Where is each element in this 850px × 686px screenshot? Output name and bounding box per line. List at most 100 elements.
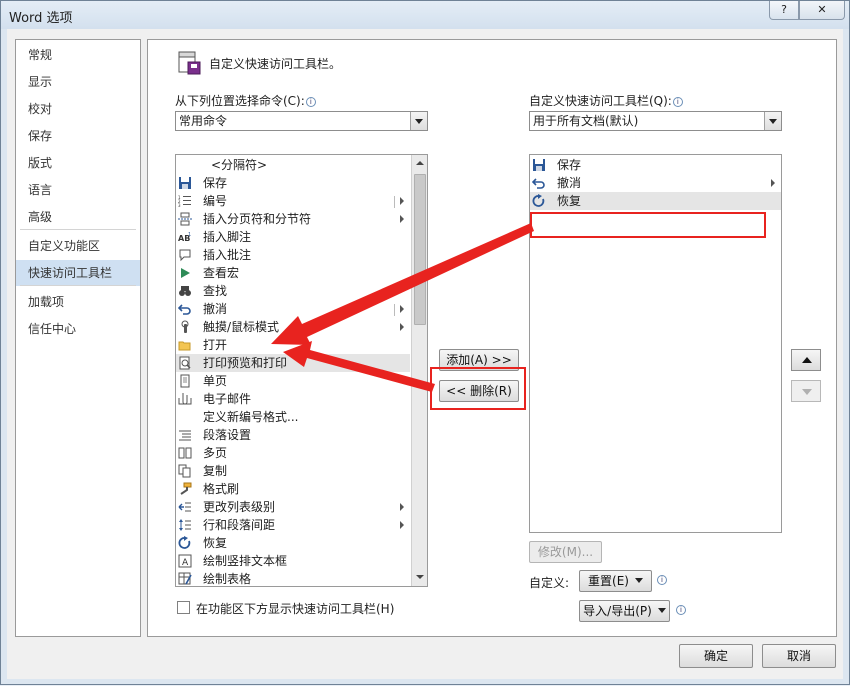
email-icon	[178, 393, 192, 405]
chevron-down-icon[interactable]	[764, 112, 781, 130]
choose-from-label: 从下列位置选择命令(C): i	[175, 92, 316, 109]
quick-access-panel: 自定义快速访问工具栏。 从下列位置选择命令(C): i 常用命令 自定义快速访问工…	[147, 39, 837, 637]
nav-item-9[interactable]: 加载项	[16, 289, 140, 315]
ok-button[interactable]: 确定	[679, 644, 753, 668]
nav-item-2[interactable]: 校对	[16, 96, 140, 122]
list-item[interactable]: 保存	[530, 156, 781, 174]
list-item[interactable]: 行和段落间距	[176, 516, 410, 534]
list-item[interactable]: 撤消	[176, 300, 410, 318]
list-item[interactable]: 绘制表格	[176, 570, 410, 586]
help-button[interactable]: ?	[769, 1, 799, 20]
move-up-button[interactable]	[791, 349, 821, 371]
list-item[interactable]: 查看宏	[176, 264, 410, 282]
nav-item-7[interactable]: 自定义功能区	[16, 233, 140, 259]
nav-item-6[interactable]: 高级	[16, 204, 140, 230]
reset-button[interactable]: 重置(E)	[579, 570, 652, 592]
list-item[interactable]: 查找	[176, 282, 410, 300]
customize-caption: 自定义:	[529, 576, 570, 590]
list-item[interactable]: 撤消	[530, 174, 781, 192]
info-icon: i	[305, 97, 316, 107]
list-item[interactable]: 更改列表级别	[176, 498, 410, 516]
list-item-label: <分隔符>	[211, 158, 268, 172]
list-level-icon	[178, 502, 191, 512]
nav-separator	[20, 285, 136, 286]
nav-item-5[interactable]: 语言	[16, 177, 140, 203]
nav-item-10[interactable]: 信任中心	[16, 316, 140, 342]
show-below-ribbon-checkbox[interactable]	[177, 601, 190, 614]
list-item[interactable]: A 绘制竖排文本框	[176, 552, 410, 570]
svg-text:1: 1	[188, 232, 191, 238]
list-item-label: 绘制竖排文本框	[203, 554, 288, 568]
list-item-label: 电子邮件	[203, 392, 252, 406]
move-down-button[interactable]	[791, 380, 821, 402]
list-item-label: 复制	[203, 464, 228, 478]
list-item[interactable]: 插入分页符和分节符	[176, 210, 410, 228]
modify-button[interactable]: 修改(M)...	[529, 541, 602, 563]
customize-for-select[interactable]: 用于所有文档(默认)	[529, 111, 782, 131]
nav-item-4[interactable]: 版式	[16, 150, 140, 176]
redo-icon	[178, 536, 191, 549]
save-icon	[533, 159, 545, 171]
chevron-down-icon[interactable]	[410, 112, 427, 130]
nav-separator	[20, 229, 136, 230]
list-item[interactable]: 格式刷	[176, 480, 410, 498]
scroll-down-button[interactable]	[412, 569, 427, 586]
list-item-label: 查找	[203, 284, 228, 298]
list-item[interactable]: 打开	[176, 336, 410, 354]
toolbar-listbox[interactable]: 恢复 撤消 保存	[529, 154, 782, 533]
annotation-target-box	[530, 212, 766, 238]
page-break-icon	[178, 212, 192, 226]
save-icon	[179, 177, 191, 189]
list-item-label: 编号	[203, 194, 228, 208]
choose-from-label-text: 从下列位置选择命令(C):	[175, 94, 305, 108]
word-options-dialog: Word 选项 ? ✕ 常规 显示 校对 保存 版式 语言 高级 自定义功能区 快速访问工具栏加…	[0, 0, 850, 685]
copy-icon	[178, 464, 191, 478]
list-item[interactable]: 复制	[176, 462, 410, 480]
list-item[interactable]: 1 2 3 编号	[176, 192, 410, 210]
customize-for-value: 用于所有文档(默认)	[533, 114, 639, 128]
nav-item-0[interactable]: 常规	[16, 42, 140, 68]
import-export-label: 导入/导出(P)	[583, 604, 652, 618]
nav-item-3[interactable]: 保存	[16, 123, 140, 149]
nav-item-8[interactable]: 快速访问工具栏	[16, 260, 140, 286]
scroll-thumb[interactable]	[414, 174, 426, 325]
chevron-right-icon	[400, 215, 404, 223]
list-item-label: 段落设置	[203, 428, 252, 442]
list-item-label: 触摸/鼠标模式	[203, 320, 280, 334]
choose-from-select[interactable]: 常用命令	[175, 111, 428, 131]
import-export-button[interactable]: 导入/导出(P)	[579, 600, 670, 622]
scroll-up-button[interactable]	[412, 155, 427, 172]
list-item[interactable]: 触摸/鼠标模式	[176, 318, 410, 336]
list-item-label: 撤消	[203, 302, 228, 316]
list-item[interactable]: AB 1 插入脚注	[176, 228, 410, 246]
cancel-button[interactable]: 取消	[762, 644, 836, 668]
list-item-label: 多页	[203, 446, 228, 460]
list-item[interactable]: 保存	[176, 174, 410, 192]
list-item[interactable]: <分隔符>	[176, 156, 410, 174]
list-item-label: 格式刷	[203, 482, 240, 496]
list-item[interactable]: 段落设置	[176, 426, 410, 444]
list-item-label: 插入批注	[203, 248, 252, 262]
vertical-textbox-icon: A	[178, 554, 192, 568]
one-page-icon	[180, 374, 190, 388]
draw-table-icon	[178, 572, 192, 585]
nav-item-1[interactable]: 显示	[16, 69, 140, 95]
list-item[interactable]: 电子邮件	[176, 390, 410, 408]
list-item-label: 更改列表级别	[203, 500, 276, 514]
info-icon: i	[676, 605, 686, 615]
split-divider	[394, 304, 395, 316]
list-item[interactable]: 插入批注	[176, 246, 410, 264]
list-item[interactable]: 多页	[176, 444, 410, 462]
list-item[interactable]: 单页	[176, 372, 410, 390]
list-item[interactable]: 打印预览和打印	[176, 354, 410, 372]
list-item-label: 恢复	[203, 536, 228, 550]
list-item-label: 插入脚注	[203, 230, 252, 244]
commands-scrollbar[interactable]	[411, 155, 427, 586]
list-item[interactable]: 恢复	[530, 192, 781, 210]
list-item[interactable]: 恢复	[176, 534, 410, 552]
close-button[interactable]: ✕	[799, 1, 845, 20]
list-item[interactable]: 定义新编号格式...	[176, 408, 410, 426]
caret-down-icon	[634, 578, 643, 583]
macro-icon	[181, 268, 190, 278]
commands-listbox[interactable]: 绘制表格 A 绘制竖排文本框 恢复 行和段落间距 更改列表级别 格式刷 复制 多页 段落设置 定义新…	[175, 154, 428, 587]
